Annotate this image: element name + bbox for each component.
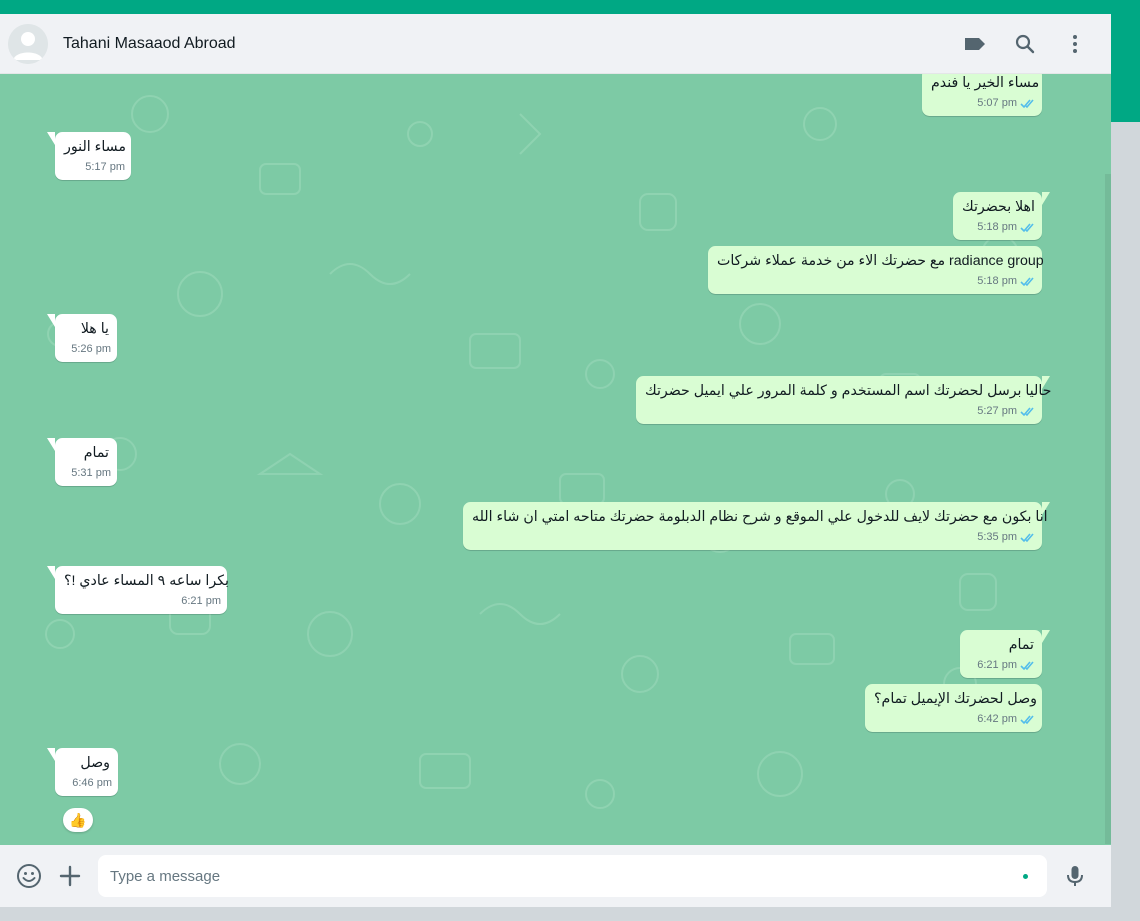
message-meta: 6:42 pm bbox=[977, 710, 1036, 729]
microphone-icon[interactable] bbox=[1061, 862, 1089, 890]
bubble-tail bbox=[1042, 376, 1050, 389]
message-text: وصل bbox=[80, 755, 110, 771]
message-text: انا بكون مع حضرتك لايف للدخول علي الموقع… bbox=[472, 509, 1048, 525]
bubble-tail bbox=[47, 132, 55, 145]
message-text: وصل لحضرتك الإيميل تمام؟ bbox=[874, 691, 1037, 707]
double-check-icon bbox=[1020, 99, 1034, 109]
message-meta: 5:31 pm bbox=[71, 464, 111, 483]
chat-header: Tahani Masaaod Abroad bbox=[0, 14, 1111, 74]
double-check-icon bbox=[1020, 715, 1034, 725]
message-time: 5:35 pm bbox=[977, 531, 1017, 543]
message-bubble-incoming[interactable]: وصل 6:46 pm bbox=[47, 748, 118, 796]
message-bubble-outgoing[interactable]: تمام 6:21 pm bbox=[960, 630, 1050, 678]
message-bubble-incoming[interactable]: يا هلا 5:26 pm bbox=[47, 314, 117, 362]
message-meta: 6:46 pm bbox=[72, 774, 112, 793]
message-meta: 5:35 pm bbox=[977, 528, 1036, 547]
default-avatar-icon bbox=[8, 24, 48, 64]
message-bubble-outgoing[interactable]: وصل لحضرتك الإيميل تمام؟ 6:42 pm bbox=[865, 684, 1042, 732]
bubble-tail bbox=[47, 314, 55, 327]
message-list[interactable]: مساء الخير يا فندم 5:07 pm مساء النور 5:… bbox=[0, 74, 1111, 845]
message-bubble-outgoing[interactable]: اهلا بحضرتك 5:18 pm bbox=[953, 192, 1050, 240]
message-meta: 5:07 pm bbox=[977, 94, 1036, 113]
top-accent-strip bbox=[0, 0, 1140, 14]
message-bubble-incoming[interactable]: تمام 5:31 pm bbox=[47, 438, 117, 486]
message-time: 5:27 pm bbox=[977, 405, 1017, 417]
reaction-badge[interactable]: 👍 bbox=[63, 808, 93, 832]
menu-dots-icon[interactable] bbox=[1061, 30, 1089, 58]
message-bubble-incoming[interactable]: بكرا ساعه ٩ المساء عادي !؟ 6:21 pm bbox=[47, 566, 229, 614]
message-meta: 6:21 pm bbox=[181, 592, 221, 611]
search-icon[interactable] bbox=[1011, 30, 1039, 58]
message-time: 6:21 pm bbox=[977, 659, 1017, 671]
contact-name[interactable]: Tahani Masaaod Abroad bbox=[63, 35, 236, 53]
message-meta: 5:27 pm bbox=[977, 402, 1036, 421]
message-meta: 5:18 pm bbox=[977, 218, 1036, 237]
message-time: 5:18 pm bbox=[977, 221, 1017, 233]
chat-window: Tahani Masaaod Abroad مساء الخير يا فندم… bbox=[0, 14, 1111, 907]
double-check-icon bbox=[1020, 223, 1034, 233]
message-time: 5:26 pm bbox=[71, 343, 111, 355]
double-check-icon bbox=[1020, 407, 1034, 417]
message-time: 5:18 pm bbox=[977, 275, 1017, 287]
bubble-tail bbox=[1042, 192, 1050, 205]
message-text: مع حضرتك الاء من خدمة عملاء شركات radian… bbox=[717, 253, 1044, 269]
message-text: مساء النور bbox=[64, 139, 126, 155]
message-bubble-outgoing[interactable]: انا بكون مع حضرتك لايف للدخول علي الموقع… bbox=[463, 502, 1050, 550]
message-time: 6:46 pm bbox=[72, 777, 112, 789]
message-time: 6:42 pm bbox=[977, 713, 1017, 725]
message-time: 5:17 pm bbox=[85, 161, 125, 173]
bubble-tail bbox=[1042, 502, 1050, 515]
message-meta: 5:26 pm bbox=[71, 340, 111, 359]
bubble-tail bbox=[47, 438, 55, 451]
avatar[interactable] bbox=[8, 24, 48, 64]
label-icon[interactable] bbox=[961, 30, 989, 58]
bubble-tail bbox=[47, 566, 55, 579]
message-input[interactable] bbox=[110, 855, 1010, 897]
window-bottom-edge bbox=[0, 907, 1111, 921]
status-dot bbox=[1023, 874, 1028, 879]
message-meta: 5:17 pm bbox=[85, 158, 125, 177]
message-input-box[interactable] bbox=[98, 855, 1047, 897]
emoji-icon[interactable] bbox=[15, 862, 43, 890]
double-check-icon bbox=[1020, 277, 1034, 287]
message-text: اهلا بحضرتك bbox=[962, 199, 1035, 215]
message-meta: 5:18 pm bbox=[977, 272, 1036, 291]
message-text: مساء الخير يا فندم bbox=[931, 75, 1040, 91]
message-time: 5:07 pm bbox=[977, 97, 1017, 109]
double-check-icon bbox=[1020, 661, 1034, 671]
message-bubble-outgoing[interactable]: مساء الخير يا فندم 5:07 pm bbox=[922, 74, 1042, 116]
message-time: 6:21 pm bbox=[181, 595, 221, 607]
attach-plus-icon[interactable] bbox=[56, 862, 84, 890]
message-meta: 6:21 pm bbox=[977, 656, 1036, 675]
message-text: يا هلا bbox=[80, 321, 109, 337]
side-panel-edge bbox=[1111, 14, 1140, 921]
message-text: بكرا ساعه ٩ المساء عادي !؟ bbox=[64, 573, 229, 589]
double-check-icon bbox=[1020, 533, 1034, 543]
message-bubble-incoming[interactable]: مساء النور 5:17 pm bbox=[47, 132, 131, 180]
message-bubble-outgoing[interactable]: مع حضرتك الاء من خدمة عملاء شركات radian… bbox=[708, 246, 1044, 294]
composer-bar bbox=[0, 845, 1111, 907]
bubble-tail bbox=[47, 748, 55, 761]
message-text: تمام bbox=[83, 445, 109, 461]
bubble-tail bbox=[1042, 630, 1050, 643]
side-panel-accent bbox=[1111, 14, 1140, 122]
message-bubble-outgoing[interactable]: حاليا برسل لحضرتك اسم المستخدم و كلمة ال… bbox=[636, 376, 1052, 424]
scrollbar[interactable] bbox=[1105, 174, 1111, 844]
message-time: 5:31 pm bbox=[71, 467, 111, 479]
message-text: تمام bbox=[1008, 637, 1034, 653]
message-text: حاليا برسل لحضرتك اسم المستخدم و كلمة ال… bbox=[645, 383, 1052, 399]
